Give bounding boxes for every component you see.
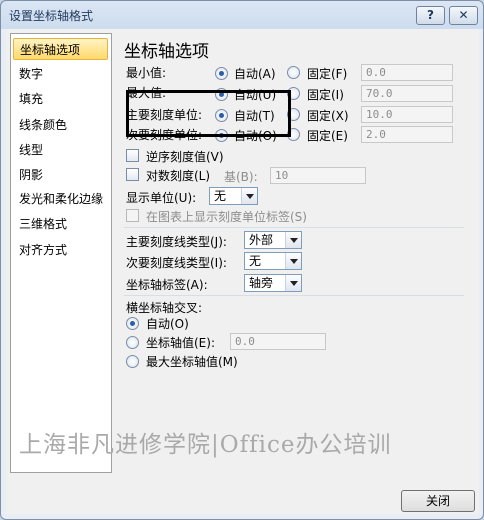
log-base-field[interactable]: 10 [270,167,366,184]
horizontal-axis-crosses-label: 横坐标轴交叉: [126,301,203,315]
log-scale-label: 对数刻度(L) [146,169,211,183]
minor-tick-type-select[interactable]: 无 [244,252,302,270]
divider [124,295,464,296]
divider [124,227,464,228]
minor-unit-value-field[interactable]: 2.0 [361,126,453,143]
chevron-down-icon [241,188,257,204]
close-icon[interactable]: ✕ [449,6,478,25]
highlight-box [126,90,291,137]
format-axis-dialog: 设置坐标轴格式 ? ✕ 坐标轴选项 数字 填充 线条颜色 线型 阴影 发光和柔化… [0,0,484,520]
sidebar-item-shadow[interactable]: 阴影 [13,164,108,186]
dialog-title: 设置坐标轴格式 [9,9,94,23]
panel-heading: 坐标轴选项 [124,42,209,62]
sidebar-item-fill[interactable]: 填充 [13,88,108,110]
watermark-text: 上海非凡进修学院|Office办公培训 [19,432,392,458]
sidebar-item-number[interactable]: 数字 [13,63,108,85]
axis-labels-select[interactable]: 轴旁 [244,274,302,292]
minimum-value-field[interactable]: 0.0 [361,64,453,81]
reverse-order-checkbox[interactable] [126,149,139,162]
axis-labels-value: 轴旁 [249,276,274,290]
minimum-fixed-radio[interactable] [287,66,300,79]
crosses-axis-value-radio[interactable] [126,336,139,349]
crosses-max-value-label: 最大坐标轴值(M) [146,355,238,369]
sidebar-item-line-style[interactable]: 线型 [13,139,108,161]
log-base-label: 基(B): [224,170,258,184]
sidebar-item-glow-soft-edges[interactable]: 发光和柔化边缘 [13,188,108,210]
close-button[interactable]: 关闭 [401,490,475,512]
sidebar-item-3d-format[interactable]: 三维格式 [13,213,108,235]
sidebar-item-alignment[interactable]: 对齐方式 [13,239,108,261]
chevron-down-icon [285,253,301,269]
minimum-label: 最小值: [126,66,167,80]
log-scale-checkbox[interactable] [126,168,139,181]
major-tick-type-value: 外部 [249,233,274,247]
minor-unit-fixed-label: 固定(E) [307,129,348,143]
major-tick-type-select[interactable]: 外部 [244,231,302,249]
chevron-down-icon [285,232,301,248]
chevron-down-icon [285,275,301,291]
crosses-axis-value-field[interactable]: 0.0 [230,333,326,350]
show-units-label-checkbox[interactable] [126,209,139,222]
major-unit-fixed-label: 固定(X) [307,109,349,123]
title-bar[interactable]: 设置坐标轴格式 ? ✕ [1,1,483,29]
crosses-max-value-radio[interactable] [126,355,139,368]
major-unit-value-field[interactable]: 10.0 [361,106,453,123]
help-button[interactable]: ? [416,6,445,25]
sidebar-item-line-color[interactable]: 线条颜色 [13,114,108,136]
minimum-auto-label: 自动(A) [234,67,276,81]
crosses-auto-label: 自动(O) [146,317,189,331]
sidebar-item-axis-options[interactable]: 坐标轴选项 [13,38,108,60]
maximum-value-field[interactable]: 70.0 [361,85,453,102]
crosses-axis-value-label: 坐标轴值(E): [146,336,215,350]
display-units-select[interactable]: 无 [209,187,258,205]
minimum-auto-radio[interactable] [215,67,228,80]
show-units-label-text: 在图表上显示刻度单位标签(S) [146,210,307,224]
maximum-fixed-label: 固定(I) [307,88,344,102]
minimum-fixed-label: 固定(F) [307,67,348,81]
axis-labels-label: 坐标轴标签(A): [126,278,208,292]
major-tick-type-label: 主要刻度线类型(J): [126,235,227,249]
reverse-order-label: 逆序刻度值(V) [146,150,224,164]
minor-tick-type-value: 无 [249,254,262,268]
minor-tick-type-label: 次要刻度线类型(I): [126,256,227,270]
display-units-label: 显示单位(U): [126,191,197,205]
category-sidebar: 坐标轴选项 数字 填充 线条颜色 线型 阴影 发光和柔化边缘 三维格式 对齐方式 [10,33,112,473]
crosses-auto-radio[interactable] [126,317,139,330]
display-units-value: 无 [214,189,227,203]
